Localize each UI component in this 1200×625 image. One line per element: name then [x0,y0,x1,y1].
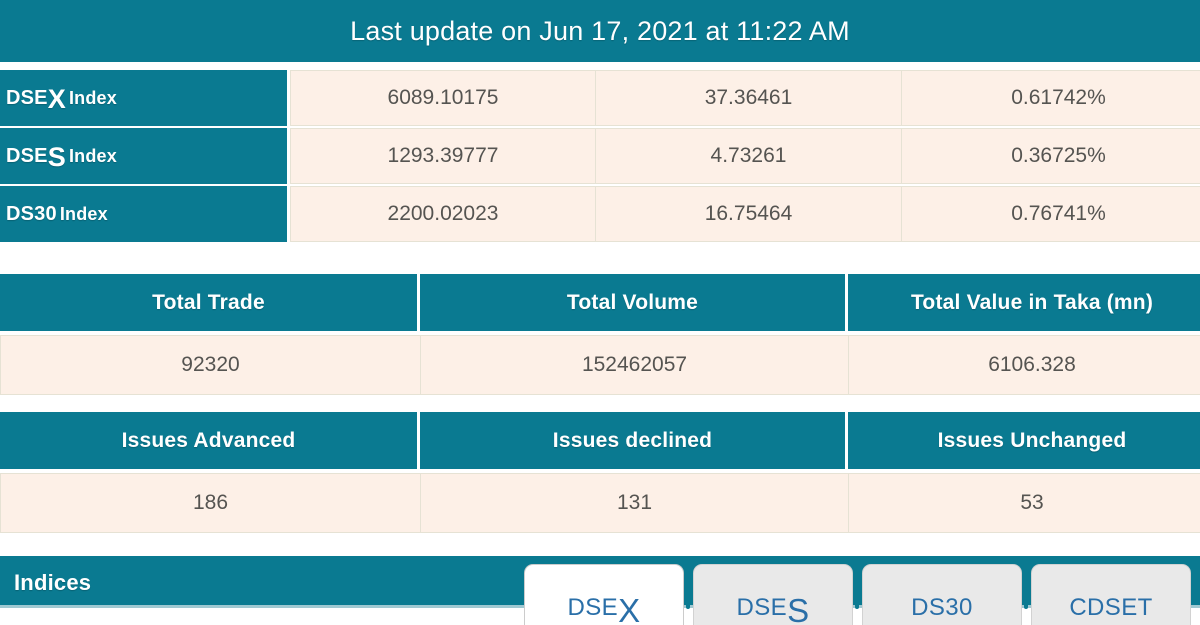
index-suffix: Index [59,203,108,224]
column-header-total-trade: Total Trade [0,274,420,331]
trade-totals-table: Total Trade Total Volume Total Value in … [0,274,1200,395]
table-header-row: Issues Advanced Issues declined Issues U… [0,412,1200,469]
index-value: 6089.10175 [290,70,595,126]
tab-separator [1024,587,1028,609]
last-update-title: Last update on Jun 17, 2021 at 11:22 AM [350,15,850,46]
tab-dsex[interactable]: DSE X [524,564,684,625]
index-percent: 0.61742% [901,70,1200,126]
index-change: 16.75464 [595,186,901,242]
column-header-total-value: Total Value in Taka (mn) [910,290,1154,314]
index-prefix: DSE [6,86,48,109]
index-values: 1293.39777 4.73261 0.36725% [290,128,1200,184]
index-values: 2200.02023 16.75464 0.76741% [290,186,1200,242]
index-mark: S [47,141,66,172]
index-name-dses: DSE S Index [0,128,287,184]
cell-total-volume: 152462057 [420,335,848,395]
tab-dses[interactable]: DSE S [693,564,853,625]
cell-issues-advanced: 186 [0,473,420,533]
index-value: 2200.02023 [290,186,595,242]
index-mark: X [47,83,66,114]
column-header-issues-unchanged: Issues Unchanged [937,428,1127,452]
tab-separator [686,587,690,609]
index-suffix: Index [68,87,117,108]
cell-issues-unchanged: 53 [848,473,1200,533]
dse-market-summary-page: Last update on Jun 17, 2021 at 11:22 AM … [0,0,1200,625]
tab-prefix: CDSET [1069,594,1153,621]
index-change: 4.73261 [595,128,901,184]
indices-title: Indices [14,570,92,595]
tab-ds30[interactable]: DS30 [862,564,1022,625]
last-update-header: Last update on Jun 17, 2021 at 11:22 AM [0,0,1200,62]
tab-mark: S [787,591,810,625]
index-values: 6089.10175 37.36461 0.61742% [290,70,1200,126]
index-suffix: Index [68,145,117,166]
table-row: DSE S Index 1293.39777 4.73261 0.36725% [0,128,1200,184]
index-change: 37.36461 [595,70,901,126]
column-header-issues-declined: Issues declined [420,412,848,469]
index-chart-tabs: DSE X DSE S DS30 CDSET [524,564,1200,625]
index-prefix: DS30 [6,202,57,225]
tab-cdset[interactable]: CDSET [1031,564,1191,625]
index-name-dsex: DSE X Index [0,70,287,126]
cell-issues-declined: 131 [420,473,848,533]
column-header-total-volume: Total Volume [420,274,848,331]
tab-prefix: DSE [736,594,788,621]
index-value: 1293.39777 [290,128,595,184]
cell-total-value: 6106.328 [848,335,1200,395]
issues-table: Issues Advanced Issues declined Issues U… [0,412,1200,533]
column-header-issues-advanced: Issues Advanced [0,412,420,469]
tab-mark: X [618,591,641,625]
index-prefix: DSE [6,144,48,167]
cell-total-trade: 92320 [0,335,420,395]
table-row: DSE X Index 6089.10175 37.36461 0.61742% [0,70,1200,126]
index-percent: 0.36725% [901,128,1200,184]
tab-separator [855,587,859,609]
tab-prefix: DS30 [911,594,973,621]
index-name-ds30: DS30 Index [0,186,287,242]
tab-prefix: DSE [567,594,619,621]
table-header-row: Total Trade Total Volume Total Value in … [0,274,1200,331]
table-row: DS30 Index 2200.02023 16.75464 0.76741% [0,186,1200,242]
index-summary-table: DSE X Index 6089.10175 37.36461 0.61742% D… [0,70,1200,244]
table-row: 92320 152462057 6106.328 [0,335,1200,395]
index-percent: 0.76741% [901,186,1200,242]
table-row: 186 131 53 [0,473,1200,533]
